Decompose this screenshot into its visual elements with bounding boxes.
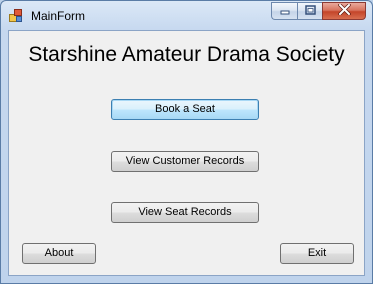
about-button[interactable]: About <box>22 243 96 264</box>
society-heading: Starshine Amateur Drama Society <box>28 43 345 66</box>
title-bar[interactable]: MainForm <box>1 1 372 31</box>
minimize-icon <box>280 2 290 20</box>
form-client-area: Starshine Amateur Drama Society Book a S… <box>8 30 365 276</box>
close-button[interactable] <box>322 2 366 20</box>
windows-form-icon <box>9 9 23 23</box>
exit-button[interactable]: Exit <box>280 243 354 264</box>
book-seat-button[interactable]: Book a Seat <box>111 99 259 120</box>
maximize-button[interactable] <box>297 2 322 20</box>
view-seat-records-button[interactable]: View Seat Records <box>111 202 259 223</box>
close-icon <box>337 2 351 20</box>
caption-buttons <box>271 2 366 21</box>
view-customer-records-button[interactable]: View Customer Records <box>111 151 259 172</box>
minimize-button[interactable] <box>271 2 297 20</box>
maximize-icon <box>304 2 316 20</box>
main-form-window: MainForm Starshine Amateur Drama Society… <box>0 0 373 284</box>
window-title: MainForm <box>31 9 86 23</box>
